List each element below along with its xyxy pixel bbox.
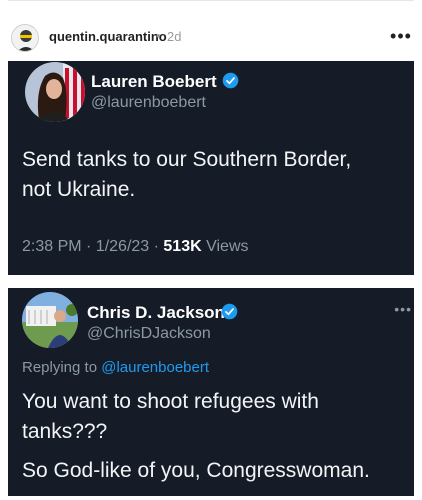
reply-text-line: So God-like of you, Congresswoman. (22, 459, 370, 482)
embedded-tweet-boebert: Lauren Boebert @laurenboebert Send tanks… (8, 61, 414, 275)
tweet-handle: @ChrisDJackson (87, 325, 211, 342)
tweet-handle: @laurenboebert (91, 94, 206, 111)
author-avatar-image (12, 25, 38, 51)
author-avatar[interactable] (11, 24, 39, 52)
author-username[interactable]: quentin.quarantino (49, 29, 167, 44)
top-divider (8, 0, 414, 1)
tweet-avatar (25, 62, 85, 122)
more-options-icon[interactable]: ••• (388, 23, 414, 49)
verified-badge-icon (222, 72, 239, 89)
tweet-timestamp: 2:38 PM · 1/26/23 · (22, 238, 164, 255)
view-count: 513K (163, 238, 202, 255)
tweet-text-line: Send tanks to our Southern Border, (22, 148, 352, 171)
reply-text-line: tanks??? (22, 420, 108, 443)
tweet-text: Send tanks to our Southern Border, not U… (22, 145, 351, 205)
display-name: Chris D. Jackson (87, 303, 225, 322)
reply-text: You want to shoot refugees with tanks??? (22, 387, 319, 447)
views-label: Views (201, 238, 249, 255)
tweet-text-line: not Ukraine. (22, 178, 136, 201)
jackson-avatar-image (22, 292, 78, 348)
post-separator: • (156, 28, 161, 43)
tweet-more-icon[interactable]: ••• (394, 301, 412, 317)
reply-text-line: You want to shoot refugees with (22, 390, 319, 413)
verified-badge-icon (221, 303, 238, 320)
embedded-tweet-jackson: Chris D. Jackson @ChrisDJackson ••• Repl… (8, 288, 414, 496)
replying-to: Replying to @laurenboebert (22, 359, 209, 376)
display-name: Lauren Boebert (91, 72, 217, 91)
tweet-meta: 2:38 PM · 1/26/23 · 513K Views (22, 238, 249, 256)
reply-mention-link[interactable]: @laurenboebert (101, 359, 209, 376)
boebert-avatar-image (25, 62, 85, 122)
post-age: 2d (167, 29, 182, 44)
post-header: quentin.quarantino • 2d ••• (8, 20, 414, 54)
replying-label: Replying to (22, 359, 102, 376)
tweet-avatar (22, 292, 78, 348)
